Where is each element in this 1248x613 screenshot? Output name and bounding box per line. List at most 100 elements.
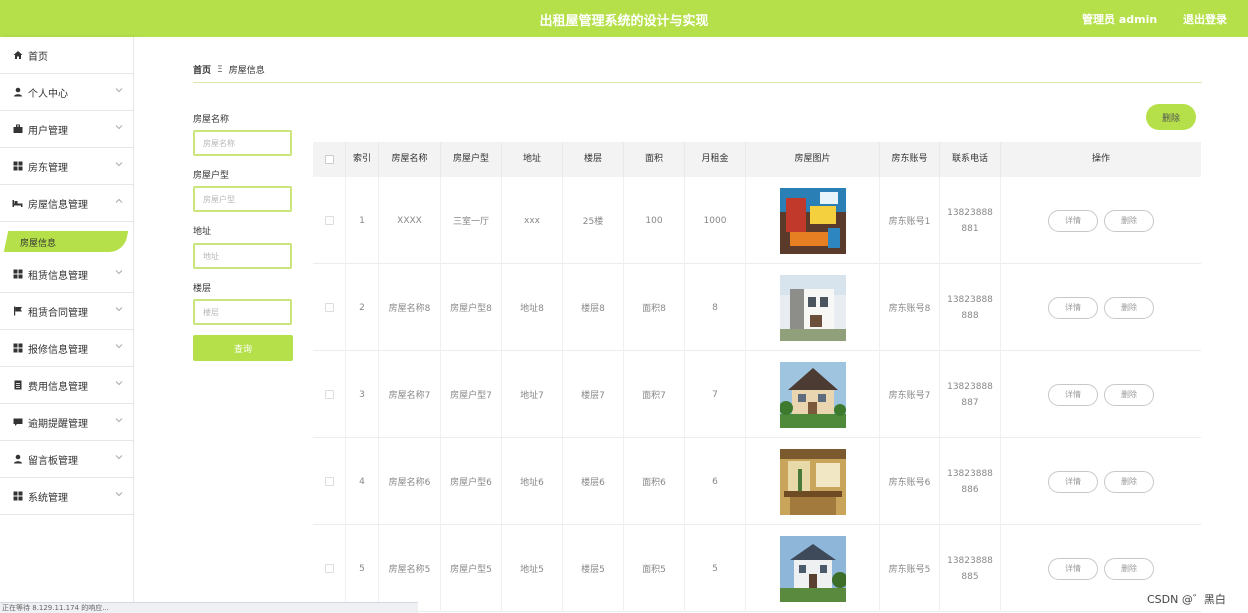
detail-button[interactable]: 详情	[1048, 470, 1098, 493]
house-image-cell	[746, 525, 880, 612]
phone-line-2: 885	[961, 571, 979, 582]
sidebar-subitem-label: 房屋信息	[20, 239, 57, 249]
house-photo[interactable]	[779, 361, 846, 428]
actions-cell: 详情 删除	[1001, 264, 1201, 351]
row-checkbox[interactable]	[324, 216, 334, 225]
detail-button[interactable]: 详情	[1048, 209, 1098, 232]
address-cell: 地址5	[502, 525, 563, 612]
delete-button[interactable]: 删除	[1104, 209, 1154, 232]
address-input[interactable]	[193, 243, 292, 269]
sidebar-item-house-info[interactable]: 房屋信息管理	[0, 185, 133, 222]
row-checkbox[interactable]	[324, 564, 334, 573]
breadcrumb-divider	[193, 82, 1202, 83]
house-photo[interactable]	[779, 535, 846, 602]
sidebar-item-label: 费用信息管理	[28, 381, 88, 393]
house-name-input[interactable]	[193, 130, 292, 156]
row-checkbox[interactable]	[324, 390, 334, 399]
briefcase-icon	[12, 124, 23, 134]
index-cell: 5	[346, 525, 379, 612]
phone-cell: 13823888 886	[940, 438, 1001, 525]
chevron-down-icon	[115, 162, 123, 167]
detail-button[interactable]: 详情	[1048, 296, 1098, 319]
sidebar-item-label: 首页	[28, 51, 48, 63]
message-icon	[12, 417, 23, 427]
rent-cell: 8	[685, 264, 746, 351]
house-name-cell: 房屋名称7	[379, 351, 441, 438]
flag-icon	[12, 306, 23, 316]
sidebar-item-users[interactable]: 用户管理	[0, 111, 133, 148]
breadcrumb-home[interactable]: 首页	[193, 63, 211, 76]
house-type-cell: 房屋户型6	[441, 438, 502, 525]
logout-link[interactable]: 退出登录	[1183, 11, 1227, 27]
sidebar-item-home[interactable]: 首页	[0, 37, 133, 74]
house-photo[interactable]	[779, 274, 846, 341]
select-all-checkbox[interactable]	[324, 155, 334, 164]
row-select-cell	[313, 264, 346, 351]
sidebar-item-system[interactable]: 系统管理	[0, 478, 133, 515]
chevron-down-icon	[115, 344, 123, 349]
floor-cell: 楼层6	[563, 438, 624, 525]
column-header: 房东账号	[880, 142, 940, 177]
sidebar-item-personal-center[interactable]: 个人中心	[0, 74, 133, 111]
sidebar-item-fees[interactable]: 费用信息管理	[0, 367, 133, 404]
detail-button[interactable]: 详情	[1048, 557, 1098, 580]
row-checkbox[interactable]	[324, 477, 334, 486]
sidebar-subitem-house-info[interactable]: 房屋信息	[0, 228, 133, 255]
area-cell: 面积8	[624, 264, 685, 351]
address-cell: 地址6	[502, 438, 563, 525]
floor-cell: 25楼	[563, 177, 624, 264]
house-name-cell: 房屋名称6	[379, 438, 441, 525]
breadcrumb-current: 房屋信息	[228, 66, 265, 76]
sidebar-item-label: 个人中心	[28, 88, 68, 100]
query-button[interactable]: 查询	[193, 335, 293, 361]
actions-cell: 详情 删除	[1001, 438, 1201, 525]
sidebar-item-overdue-reminders[interactable]: 逾期提醒管理	[0, 404, 133, 441]
actions-cell: 详情 删除	[1001, 351, 1201, 438]
column-header: 索引	[346, 142, 379, 177]
phone-cell: 13823888 881	[940, 177, 1001, 264]
address-cell: xxx	[502, 177, 563, 264]
house-photo[interactable]	[779, 448, 846, 515]
index-cell: 2	[346, 264, 379, 351]
column-header: 地址	[502, 142, 563, 177]
delete-button[interactable]: 删除	[1104, 470, 1154, 493]
bulk-delete-button[interactable]: 删除	[1146, 104, 1196, 130]
delete-button[interactable]: 删除	[1104, 557, 1154, 580]
floor-cell: 楼层7	[563, 351, 624, 438]
floor-input[interactable]	[193, 299, 292, 325]
house-image-cell	[746, 264, 880, 351]
sidebar-item-landlords[interactable]: 房东管理	[0, 148, 133, 185]
grid-icon	[12, 269, 23, 279]
sidebar-item-label: 房东管理	[28, 162, 68, 174]
sidebar-item-label: 留言板管理	[28, 455, 78, 467]
delete-button[interactable]: 删除	[1104, 383, 1154, 406]
owner-account-cell: 房东账号5	[880, 525, 940, 612]
phone-cell: 13823888 885	[940, 525, 1001, 612]
phone-line-2: 888	[961, 310, 979, 321]
grid-icon	[12, 161, 23, 171]
top-header-bar: 出租屋管理系统的设计与实现 管理员 admin 退出登录	[0, 0, 1248, 37]
house-type-cell: 房屋户型8	[441, 264, 502, 351]
phone-line-1: 13823888	[947, 207, 993, 218]
user-icon	[12, 454, 23, 464]
chevron-down-icon	[115, 270, 123, 275]
table-row: 4 房屋名称6 房屋户型6 地址6 楼层6 面积6 6 房东账号6 138238…	[313, 438, 1201, 525]
rent-cell: 1000	[685, 177, 746, 264]
sidebar-item-repairs[interactable]: 报修信息管理	[0, 330, 133, 367]
sidebar-item-message-board[interactable]: 留言板管理	[0, 441, 133, 478]
house-photo[interactable]	[779, 187, 846, 254]
rent-cell: 7	[685, 351, 746, 438]
sidebar-item-lease-contracts[interactable]: 租赁合同管理	[0, 293, 133, 330]
csdn-watermark: CSDN @゛黑白	[1147, 593, 1226, 606]
sidebar-item-lease-info[interactable]: 租赁信息管理	[0, 256, 133, 293]
app-title: 出租屋管理系统的设计与实现	[539, 14, 709, 29]
delete-button[interactable]: 删除	[1104, 296, 1154, 319]
breadcrumb-separator: Ξ	[217, 64, 223, 75]
column-header: 楼层	[563, 142, 624, 177]
detail-button[interactable]: 详情	[1048, 383, 1098, 406]
house-type-input[interactable]	[193, 186, 292, 212]
chevron-down-icon	[115, 307, 123, 312]
bed-icon	[12, 198, 23, 208]
row-checkbox[interactable]	[324, 303, 334, 312]
chevron-down-icon	[115, 88, 123, 93]
